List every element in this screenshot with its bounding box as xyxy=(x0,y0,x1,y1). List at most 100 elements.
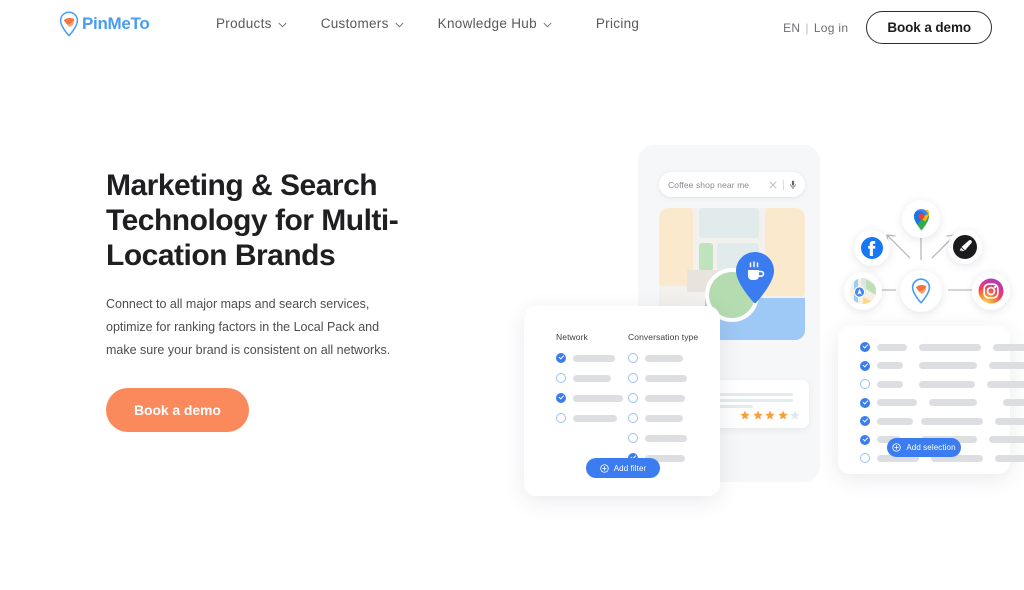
logo-text: PinMeTo xyxy=(82,14,150,33)
cell-placeholder xyxy=(989,436,1024,443)
star-icon xyxy=(752,410,763,420)
option-label-placeholder xyxy=(573,394,623,402)
header-book-demo-button[interactable]: Book a demo xyxy=(866,11,992,44)
tripadvisor-icon[interactable] xyxy=(948,230,982,264)
list-item[interactable] xyxy=(860,360,1024,371)
button-label: Add selection xyxy=(906,443,956,452)
cell-placeholder xyxy=(929,399,977,406)
option-label-placeholder xyxy=(573,374,611,382)
filter-column-conversation-type: Conversation type xyxy=(628,332,698,473)
cell-placeholder xyxy=(987,380,1024,388)
option-label-placeholder xyxy=(573,354,615,362)
filter-option[interactable] xyxy=(556,353,623,363)
add-filter-button[interactable]: Add filter xyxy=(586,458,660,478)
radio-checked[interactable] xyxy=(556,353,566,363)
filter-option[interactable] xyxy=(628,393,698,403)
filter-option[interactable] xyxy=(628,433,698,443)
radio-checked[interactable] xyxy=(860,416,870,426)
logo[interactable]: PinMeTo xyxy=(58,11,150,37)
list-item[interactable] xyxy=(860,342,1024,352)
close-icon[interactable] xyxy=(769,181,777,189)
list-item[interactable] xyxy=(860,416,1024,426)
pinmeto-pin-icon[interactable] xyxy=(900,270,942,312)
option-label-placeholder xyxy=(645,354,683,362)
language-login: EN | Log in xyxy=(783,21,848,35)
radio-unchecked[interactable] xyxy=(556,373,566,383)
facebook-icon[interactable] xyxy=(854,230,890,266)
filter-column-header: Conversation type xyxy=(628,332,699,342)
radio-unchecked[interactable] xyxy=(628,413,638,423)
star-icon xyxy=(740,410,750,420)
network-cluster xyxy=(830,200,1024,322)
radio-unchecked[interactable] xyxy=(628,393,638,403)
separator: | xyxy=(805,20,809,35)
option-label-placeholder xyxy=(645,374,687,382)
filter-option[interactable] xyxy=(556,373,623,383)
option-label-placeholder xyxy=(645,414,683,422)
list-item[interactable] xyxy=(860,397,1024,408)
plus-circle-icon xyxy=(600,463,609,473)
radio-unchecked[interactable] xyxy=(628,433,638,443)
search-value: Coffee shop near me xyxy=(668,179,750,190)
apple-maps-icon[interactable] xyxy=(844,272,882,310)
nav-label: Knowledge Hub xyxy=(437,16,537,31)
cell-placeholder xyxy=(993,343,1024,351)
radio-unchecked[interactable] xyxy=(628,373,638,383)
cell-placeholder xyxy=(989,362,1024,369)
filter-option[interactable] xyxy=(556,393,623,403)
filter-option[interactable] xyxy=(628,373,698,383)
nav-item-knowledge-hub[interactable]: Knowledge Hub xyxy=(438,16,552,31)
filter-option[interactable] xyxy=(628,353,698,363)
radio-checked[interactable] xyxy=(860,434,870,445)
nav-label: Customers xyxy=(320,16,389,31)
cell-placeholder xyxy=(919,380,975,388)
hero-content: Marketing & Search Technology for Multi-… xyxy=(106,168,436,432)
coffee-cup-pin-icon xyxy=(732,250,792,330)
instagram-icon[interactable] xyxy=(972,272,1010,310)
option-label-placeholder xyxy=(573,414,617,422)
radio-checked[interactable] xyxy=(860,360,870,371)
button-label: Add filter xyxy=(613,463,647,473)
star-icon-empty xyxy=(790,410,800,420)
radio-unchecked[interactable] xyxy=(860,453,870,463)
add-selection-button[interactable]: Add selection xyxy=(887,438,961,457)
login-link[interactable]: Log in xyxy=(814,21,849,35)
plus-circle-icon xyxy=(892,443,902,452)
radio-checked[interactable] xyxy=(556,393,566,403)
nav-item-pricing[interactable]: Pricing xyxy=(596,16,639,31)
microphone-icon[interactable] xyxy=(790,180,796,190)
cell-placeholder xyxy=(921,417,983,425)
site-header: PinMeTo Products Customers Knowledge Hub… xyxy=(0,0,1024,50)
radio-unchecked[interactable] xyxy=(860,379,870,389)
main-nav: Products Customers Knowledge Hub Pricing xyxy=(216,16,639,31)
option-label-placeholder xyxy=(645,434,687,442)
radio-unchecked[interactable] xyxy=(628,353,638,363)
radio-unchecked[interactable] xyxy=(556,413,566,423)
filter-option[interactable] xyxy=(628,413,698,423)
list-item[interactable] xyxy=(860,379,1024,389)
header-actions: EN | Log in Book a demo xyxy=(783,11,992,44)
cell-placeholder xyxy=(919,362,977,369)
nav-label: Pricing xyxy=(595,16,640,31)
nav-item-products[interactable]: Products xyxy=(216,16,287,31)
chevron-down-icon xyxy=(395,22,404,27)
cell-placeholder xyxy=(877,380,903,388)
radio-checked[interactable] xyxy=(860,397,870,408)
language-selector[interactable]: EN xyxy=(783,21,800,35)
status-badge xyxy=(740,410,800,420)
option-label-placeholder xyxy=(645,394,685,402)
cell-placeholder xyxy=(919,343,981,351)
cell-placeholder xyxy=(877,417,913,425)
page-title: Marketing & Search Technology for Multi-… xyxy=(106,169,399,273)
cell-placeholder xyxy=(877,399,917,406)
hero-book-demo-button[interactable]: Book a demo xyxy=(106,387,249,432)
filter-card: Network Conversation type Add filter xyxy=(524,306,720,496)
star-icon xyxy=(765,410,775,420)
search-input[interactable]: Coffee shop near me xyxy=(659,172,805,197)
star-icon xyxy=(777,410,788,420)
chevron-down-icon xyxy=(278,22,287,27)
filter-option[interactable] xyxy=(556,413,623,423)
google-maps-icon[interactable] xyxy=(902,200,940,238)
radio-checked[interactable] xyxy=(860,342,870,352)
nav-item-customers[interactable]: Customers xyxy=(321,16,404,31)
